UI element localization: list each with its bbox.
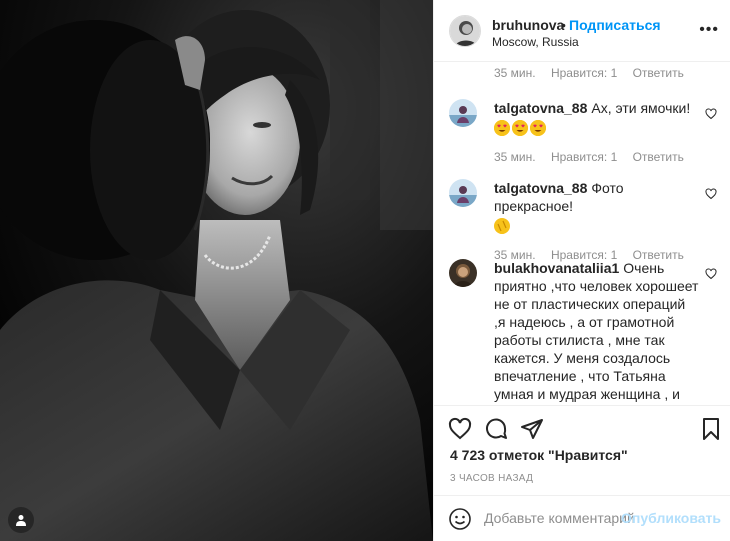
author-avatar[interactable] [449,15,481,47]
comment-icon[interactable] [484,417,508,446]
commenter-avatar[interactable] [449,179,477,207]
list-item: 35 мин. Нравится: 1 Ответить [449,66,719,80]
add-comment-bar: Опубликовать [434,495,730,541]
likes-count[interactable]: 4 723 отметок "Нравится" [450,447,628,463]
post-photo[interactable] [0,0,433,541]
comment-likes[interactable]: Нравится: 1 [551,66,617,80]
post-header: bruhunova • Подписаться Moscow, Russia •… [434,0,730,62]
share-icon[interactable] [520,417,544,446]
commenter-avatar[interactable] [449,259,477,287]
heart-icon[interactable] [448,417,472,446]
comment-body: bulakhovanataliia1 Очень приятно ,что чел… [494,259,699,405]
user-tag-button[interactable] [8,507,34,533]
heart-eyes-emoji-icon [494,120,510,136]
heart-eyes-emoji-icon [530,120,546,136]
comment-body: talgatovna_88 Ах, эти ямочки! [494,99,699,138]
clapping-hands-emoji-icon [494,218,510,234]
heart-eyes-emoji-icon [512,120,528,136]
posted-time[interactable]: 3 часов назад [450,473,533,484]
commenter-username[interactable]: bulakhovanataliia1 [494,260,619,276]
list-item: talgatovna_88 Ах, эти ямочки! 35 мин. Нра… [449,99,719,164]
comment-like-heart-icon[interactable] [705,187,717,205]
commenter-username[interactable]: talgatovna_88 [494,100,587,116]
reply-button[interactable]: Ответить [633,66,684,80]
publish-button[interactable]: Опубликовать [621,510,721,526]
separator-dot: • [561,17,566,33]
comment-emojis [494,120,699,138]
comment-meta: 35 мин. Нравится: 1 Ответить [494,66,719,80]
comment-input[interactable] [484,508,634,528]
comment-emojis [494,218,699,236]
more-horizontal-icon[interactable]: ••• [699,22,719,38]
post-location[interactable]: Moscow, Russia [492,35,579,49]
emoji-smiley-icon[interactable] [448,507,472,536]
comment-time: 35 мин. [494,66,536,80]
comment-body: talgatovna_88 Фото прекрасное! [494,179,699,236]
commenter-avatar[interactable] [449,99,477,127]
list-item: bulakhovanataliia1 Очень приятно ,что чел… [449,259,719,405]
post-image [0,0,433,541]
comment-meta: 35 мин. Нравится: 1 Ответить [494,150,719,164]
bookmark-icon[interactable] [699,417,723,446]
follow-button[interactable]: Подписаться [569,17,661,33]
comment-text: Очень приятно ,что человек хорошеет не о… [494,260,699,405]
author-username[interactable]: bruhunova [492,17,564,33]
list-item: talgatovna_88 Фото прекрасное! 35 мин. Нр… [449,179,719,262]
comment-text: Ах, эти ямочки! [591,100,691,116]
comments-list[interactable]: 35 мин. Нравится: 1 Ответить talgatovna_… [434,62,730,405]
post-details-panel: bruhunova • Подписаться Moscow, Russia •… [433,0,730,541]
commenter-username[interactable]: talgatovna_88 [494,180,587,196]
comment-likes[interactable]: Нравится: 1 [551,150,617,164]
reply-button[interactable]: Ответить [633,150,684,164]
comment-like-heart-icon[interactable] [705,107,717,125]
user-icon [16,515,26,526]
comment-like-heart-icon[interactable] [705,267,717,285]
comment-time: 35 мин. [494,150,536,164]
post-actions: 4 723 отметок "Нравится" 3 часов назад [434,405,730,495]
